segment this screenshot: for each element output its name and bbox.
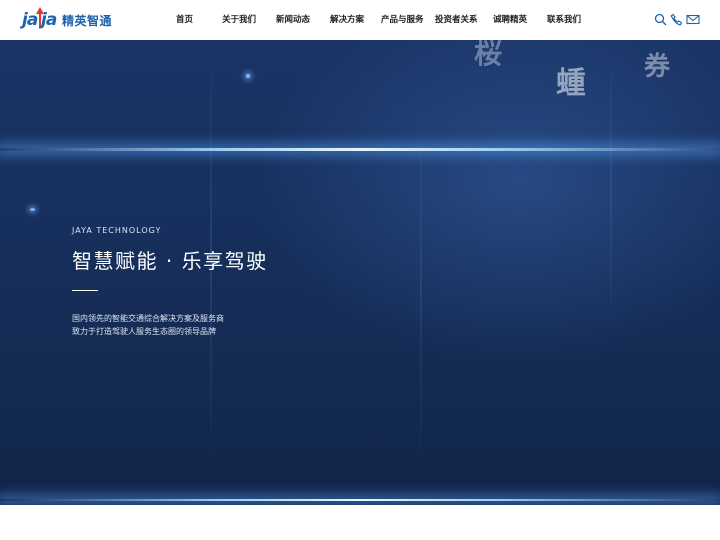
nav-item-solutions[interactable]: 解决方案 <box>330 13 364 25</box>
nav-item-about[interactable]: 关于我们 <box>222 13 256 25</box>
light-spark <box>30 208 35 211</box>
light-beam-bottom <box>0 499 720 501</box>
nav-item-investors[interactable]: 投资者关系 <box>435 13 478 25</box>
nav-item-home[interactable]: 首页 <box>176 13 193 25</box>
light-spark <box>246 74 250 78</box>
hero-divider <box>72 290 98 291</box>
background-character: 券 <box>644 52 671 82</box>
header-tools <box>654 13 700 26</box>
search-icon[interactable] <box>654 13 667 26</box>
light-streak <box>420 100 422 480</box>
light-beam-top <box>0 148 720 151</box>
hero-description: 国内领先的智能交通综合解决方案及服务商 致力于打造驾驶人服务生态圈的领导品牌 <box>72 312 224 338</box>
mail-icon[interactable] <box>686 13 700 26</box>
hero-description-line: 国内领先的智能交通综合解决方案及服务商 <box>72 314 224 323</box>
hero-eyebrow: JAYA TECHNOLOGY <box>72 226 162 235</box>
nav-item-products[interactable]: 产品与服务 <box>381 13 424 25</box>
hero-description-line: 致力于打造驾驶人服务生态圈的领导品牌 <box>72 327 216 336</box>
hero-headline: 智慧赋能 · 乐享驾驶 <box>72 249 268 273</box>
main-nav: 首页 关于我们 新闻动态 解决方案 产品与服务 投资者关系 诚聘精英 联系我们 <box>0 0 720 40</box>
site-header: ja ja 精英智通 首页 关于我们 新闻动态 解决方案 产品与服务 投资者关系… <box>0 0 720 40</box>
light-streak <box>610 40 612 340</box>
nav-item-careers[interactable]: 诚聘精英 <box>493 13 527 25</box>
hero-banner: 桜 蝩 券 JAYA TECHNOLOGY 智慧赋能 · 乐享驾驶 国内领先的智… <box>0 40 720 505</box>
nav-item-news[interactable]: 新闻动态 <box>276 13 310 25</box>
background-character: 蝩 <box>556 66 586 101</box>
nav-item-contact[interactable]: 联系我们 <box>547 13 581 25</box>
phone-icon[interactable] <box>670 13 683 26</box>
background-character: 桜 <box>474 40 503 70</box>
